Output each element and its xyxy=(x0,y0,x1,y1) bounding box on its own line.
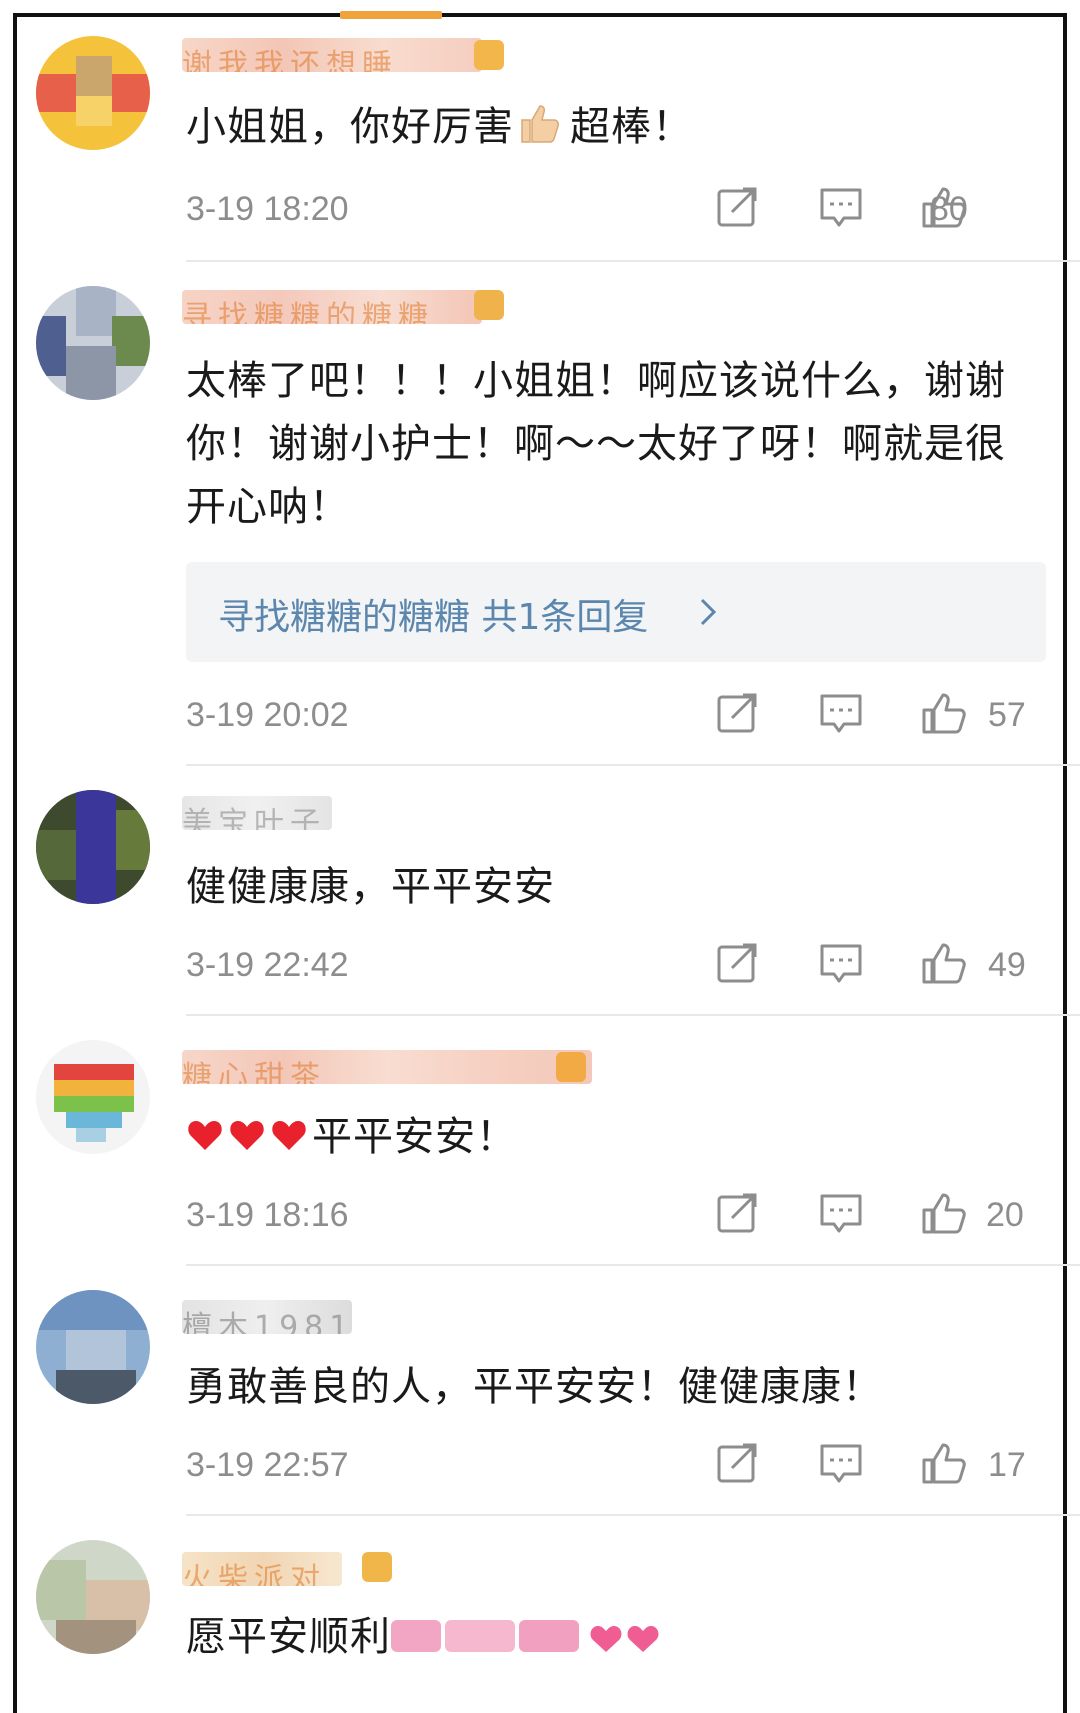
comment-text: 健健康康，平平安安 xyxy=(186,864,555,910)
chevron-right-icon xyxy=(700,598,717,626)
user-badge-icon xyxy=(556,1052,586,1082)
comment-icon[interactable] xyxy=(818,690,864,736)
reply-link[interactable]: 寻找糖糖的糖糖 共1条回复 xyxy=(218,588,648,640)
like-count: 80 xyxy=(930,190,968,228)
comment-time: 3-19 18:16 xyxy=(186,1196,349,1234)
comment-text: 平平安安！ xyxy=(186,1106,1056,1169)
comment-text: 愿平安顺利 xyxy=(186,1606,1056,1675)
share-icon[interactable] xyxy=(714,690,760,736)
share-icon[interactable] xyxy=(714,184,760,230)
share-icon[interactable] xyxy=(714,940,760,986)
username[interactable]: 美宝叶子 xyxy=(182,796,342,830)
thumbs-up-emoji-icon xyxy=(521,105,559,143)
heart-icon xyxy=(272,1121,306,1150)
comment-meta: 3-19 18:20 80 xyxy=(186,184,1046,234)
emoji-hearts-blurred xyxy=(391,1612,661,1675)
like-count: 57 xyxy=(988,696,1026,734)
like-count: 17 xyxy=(988,1446,1026,1484)
comment-time: 3-19 22:42 xyxy=(186,946,349,984)
avatar[interactable] xyxy=(36,1540,150,1654)
share-icon[interactable] xyxy=(714,1190,760,1236)
like-count: 20 xyxy=(986,1196,1024,1234)
heart-icon xyxy=(188,1121,222,1150)
comment-time: 3-19 20:02 xyxy=(186,696,349,734)
comment-meta: 3-19 18:16 20 xyxy=(186,1190,1046,1240)
divider xyxy=(186,764,1080,766)
comment-text: 勇敢善良的人，平平安安！健健康康！ xyxy=(186,1364,883,1410)
thumbs-up-icon[interactable] xyxy=(920,1190,970,1236)
thumbs-up-icon[interactable] xyxy=(920,1440,970,1486)
avatar[interactable] xyxy=(36,36,150,150)
divider xyxy=(186,1264,1080,1266)
thumbs-up-icon[interactable] xyxy=(920,690,970,736)
like-count: 49 xyxy=(988,946,1026,984)
top-tab-indicator xyxy=(340,11,442,19)
comment-time: 3-19 18:20 xyxy=(186,190,349,228)
user-badge-icon xyxy=(362,1552,392,1582)
comment-meta: 3-19 20:02 57 xyxy=(186,690,1046,740)
username[interactable]: 寻找糖糖的糖糖 xyxy=(182,290,502,324)
username[interactable]: 火柴派对 xyxy=(182,1552,352,1586)
reply-preview[interactable]: 寻找糖糖的糖糖 共1条回复 xyxy=(186,562,1046,662)
username[interactable]: 谢我我还想睡 xyxy=(182,38,522,72)
username[interactable]: 檀木1981 xyxy=(182,1300,362,1334)
comment-icon[interactable] xyxy=(818,184,864,230)
divider xyxy=(186,1014,1080,1016)
username[interactable]: 糖心甜茶 xyxy=(182,1050,602,1084)
avatar[interactable] xyxy=(36,790,150,904)
divider xyxy=(186,260,1080,262)
comment-meta: 3-19 22:42 49 xyxy=(186,940,1046,990)
avatar[interactable] xyxy=(36,286,150,400)
comment-meta: 3-19 22:57 17 xyxy=(186,1440,1046,1490)
comment-icon[interactable] xyxy=(818,1440,864,1486)
comment-text: 小姐姐，你好厉害 超棒！ xyxy=(186,96,1056,159)
comment-icon[interactable] xyxy=(818,940,864,986)
heart-icon xyxy=(230,1121,264,1150)
comment-text: 太棒了吧！！！小姐姐！啊应该说什么，谢谢你！谢谢小护士！啊～～太好了呀！啊就是很… xyxy=(186,358,1006,530)
avatar[interactable] xyxy=(36,1290,150,1404)
avatar[interactable] xyxy=(36,1040,150,1154)
divider xyxy=(186,1514,1080,1516)
user-badge-icon xyxy=(474,290,504,320)
share-icon[interactable] xyxy=(714,1440,760,1486)
comment-icon[interactable] xyxy=(818,1190,864,1236)
user-badge-icon xyxy=(474,40,504,70)
thumbs-up-icon[interactable] xyxy=(920,940,970,986)
comment-time: 3-19 22:57 xyxy=(186,1446,349,1484)
